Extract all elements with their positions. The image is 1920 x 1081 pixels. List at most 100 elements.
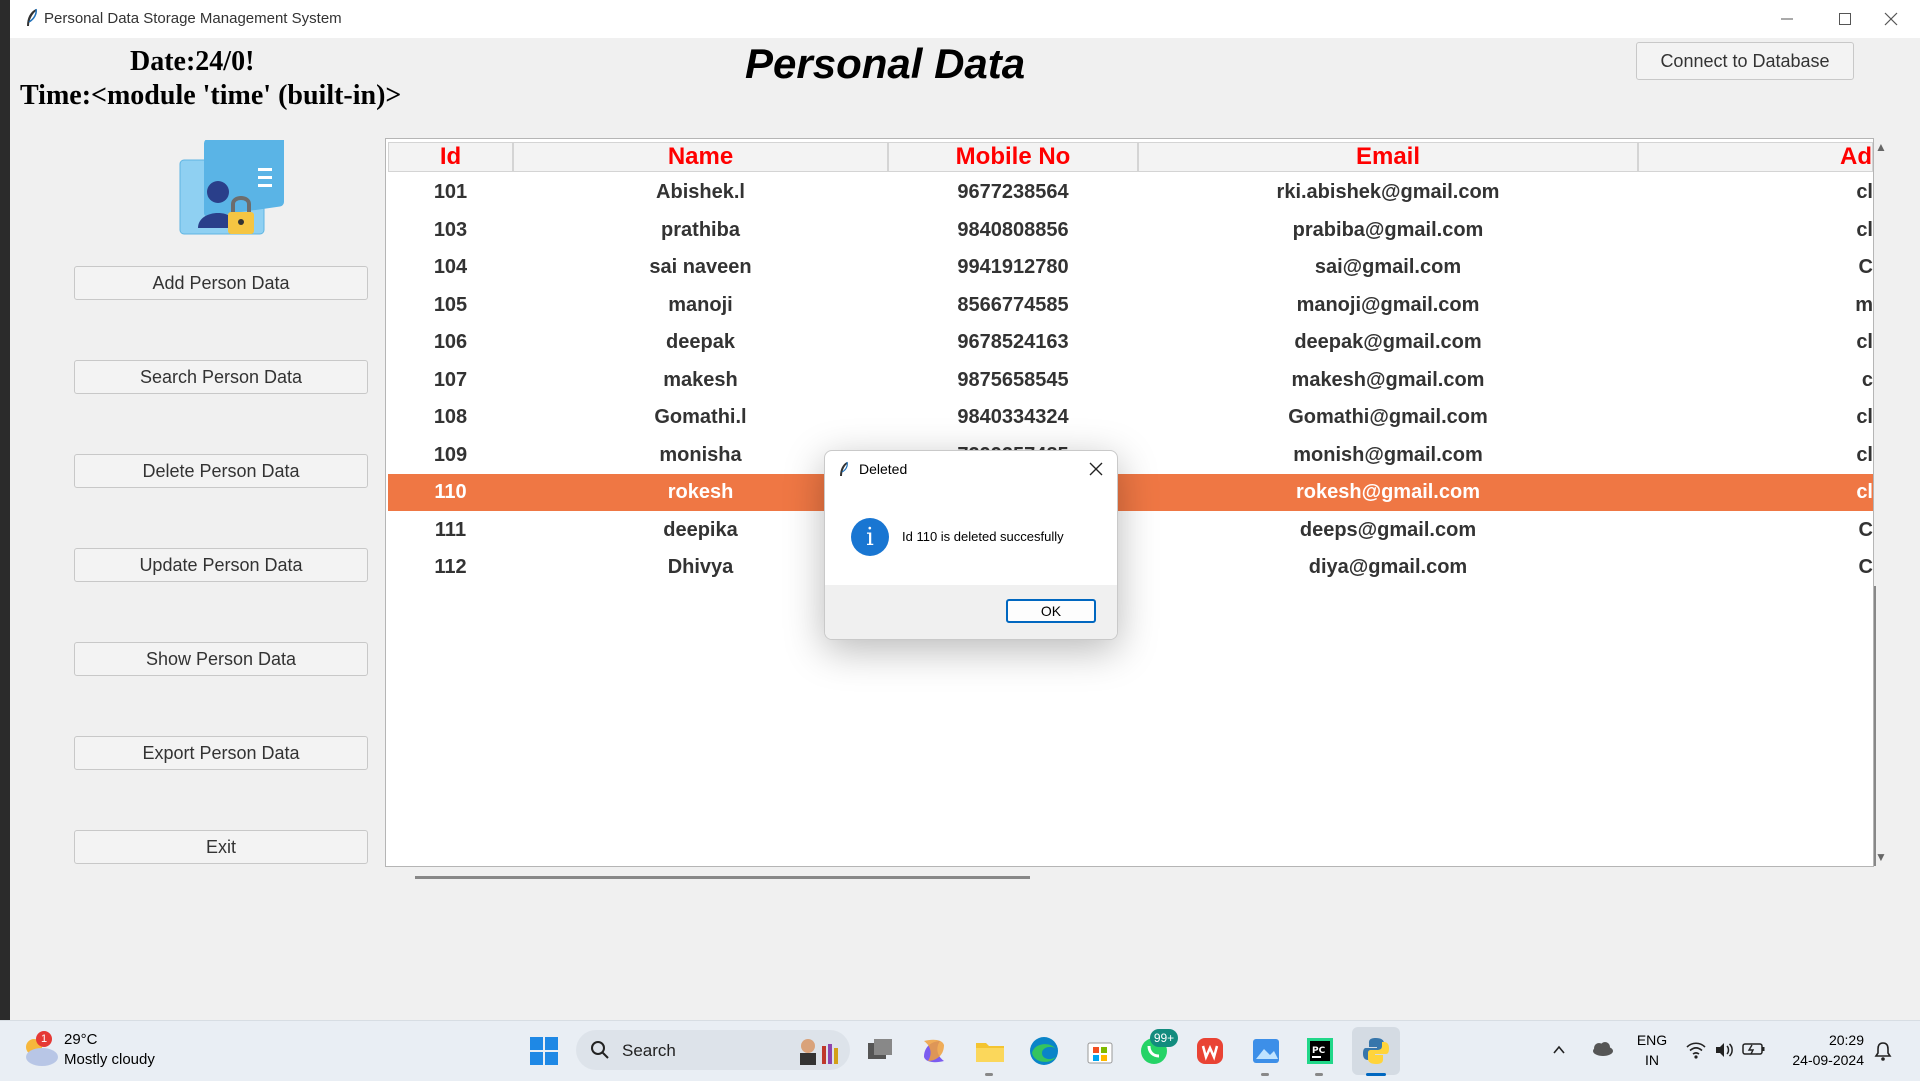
show-person-button[interactable]: Show Person Data: [74, 642, 368, 676]
taskbar-search[interactable]: Search: [576, 1030, 850, 1070]
cell-address: C: [1858, 556, 1873, 578]
python-icon[interactable]: [1360, 1035, 1392, 1067]
clock-date[interactable]: 24-09-2024: [1774, 1052, 1864, 1068]
edge-browser-icon[interactable]: [1028, 1035, 1060, 1067]
vertical-scrollbar[interactable]: [1874, 586, 1876, 866]
cell-email: makesh@gmail.com: [1291, 368, 1485, 391]
ok-button[interactable]: OK: [1006, 599, 1096, 623]
cell-name: sai naveen: [649, 256, 752, 278]
column-header-email[interactable]: Email: [1138, 142, 1638, 172]
svg-text:PC: PC: [1312, 1046, 1326, 1056]
exit-button[interactable]: Exit: [74, 830, 368, 864]
taskbar: 1 29°C Mostly cloudy Search 99+ PC ENG I…: [0, 1020, 1920, 1081]
wps-office-icon[interactable]: [1194, 1035, 1226, 1067]
microsoft-store-icon[interactable]: [1084, 1035, 1116, 1067]
pycharm-icon[interactable]: PC: [1304, 1035, 1336, 1067]
weather-badge: 1: [36, 1031, 52, 1047]
cell-mobile: 9875658545: [957, 368, 1069, 391]
chevron-up-icon[interactable]: [1552, 1043, 1566, 1057]
cell-id: 110: [434, 481, 467, 503]
copilot-icon[interactable]: [918, 1035, 950, 1067]
cell-name: prathiba: [661, 218, 740, 241]
date-label: Date:24/0!: [130, 46, 255, 77]
language-region[interactable]: IN: [1632, 1052, 1672, 1068]
cell-address: cl: [1856, 481, 1873, 503]
whatsapp-badge: 99+: [1150, 1029, 1178, 1047]
weather-temperature[interactable]: 29°C: [64, 1031, 98, 1048]
cell-email: rokesh@gmail.com: [1295, 481, 1480, 503]
table-row[interactable]: 112 Dhivya diya@gmail.com C: [388, 549, 1873, 586]
cell-id: 105: [433, 293, 468, 316]
update-person-button[interactable]: Update Person Data: [74, 548, 368, 582]
table-row[interactable]: 106 deepak 9678524163 deepak@gmail.com cl: [388, 324, 1873, 361]
cell-email: monish@gmail.com: [1293, 443, 1483, 466]
battery-icon[interactable]: [1742, 1041, 1766, 1057]
connect-database-button[interactable]: Connect to Database: [1636, 42, 1854, 80]
info-icon: i: [851, 518, 889, 556]
time-label: Time:<module 'time' (built-in)>: [20, 80, 402, 111]
cell-id: 104: [433, 256, 468, 278]
table-row[interactable]: 111 deepika deeps@gmail.com C: [388, 512, 1873, 549]
column-header-name[interactable]: Name: [513, 142, 888, 172]
running-indicator: [1261, 1073, 1269, 1076]
minimize-button[interactable]: [1758, 0, 1816, 38]
windows-start-icon[interactable]: [528, 1035, 560, 1067]
cell-id: 106: [433, 331, 468, 353]
close-icon: [1089, 462, 1103, 476]
cell-mobile: 9941912780: [957, 256, 1069, 278]
table-row-selected[interactable]: 110 rokesh rokesh@gmail.com cl: [388, 474, 1873, 511]
cell-id: 101: [433, 181, 468, 203]
deleted-dialog: Deleted i Id 110 is deleted succesfully …: [824, 450, 1118, 640]
dialog-title: Deleted: [859, 461, 908, 477]
running-indicator: [985, 1073, 993, 1076]
horizontal-scrollbar[interactable]: [415, 876, 1030, 879]
dialog-close-button[interactable]: [1087, 460, 1105, 478]
photos-app-icon[interactable]: [1250, 1035, 1282, 1067]
desktop-edge: [0, 0, 10, 1020]
feather-icon: [840, 461, 848, 476]
language-code[interactable]: ENG: [1632, 1032, 1672, 1048]
cell-email: rki.abishek@gmail.com: [1276, 181, 1500, 203]
column-header-mobile[interactable]: Mobile No: [888, 142, 1138, 172]
export-person-button[interactable]: Export Person Data: [74, 736, 368, 770]
table-row[interactable]: 108 Gomathi.l 9840334324 Gomathi@gmail.com c…: [388, 399, 1873, 436]
table-row[interactable]: 101 Abishek.l 9677238564 rki.abishek@gmail.…: [388, 174, 1873, 211]
scroll-up-icon[interactable]: ▲: [1875, 140, 1889, 154]
cell-email: sai@gmail.com: [1314, 256, 1462, 278]
search-icon: [591, 1041, 609, 1059]
window-title: Personal Data Storage Management System: [44, 10, 342, 27]
table-row[interactable]: 103 prathiba 9840808856 prabiba@gmail.com cl: [388, 212, 1873, 249]
table-row[interactable]: 107 makesh 9875658545 makesh@gmail.com c: [388, 362, 1873, 399]
close-button[interactable]: [1862, 0, 1920, 38]
notification-bell-icon[interactable]: [1874, 1041, 1892, 1061]
cell-email: deepak@gmail.com: [1294, 331, 1482, 353]
task-view-icon[interactable]: [864, 1035, 896, 1067]
file-explorer-icon[interactable]: [974, 1035, 1006, 1067]
table-row[interactable]: 105 manoji 8566774585 manoji@gmail.com m: [388, 287, 1873, 324]
cell-name: makesh: [663, 368, 738, 391]
onedrive-cloud-icon[interactable]: [1590, 1041, 1614, 1057]
person-table[interactable]: Id Name Mobile No Email Ad 101 Abishek.l 9…: [385, 138, 1874, 867]
search-person-button[interactable]: Search Person Data: [74, 360, 368, 394]
table-row[interactable]: 104 sai naveen 9941912780 sai@gmail.com C: [388, 249, 1873, 286]
search-label: Search: [622, 1041, 676, 1060]
wifi-icon[interactable]: [1686, 1041, 1706, 1059]
scroll-down-icon[interactable]: ▼: [1875, 850, 1889, 864]
table-row[interactable]: 109monisha7299257485monish@gmail.comcl: [388, 437, 1873, 474]
cell-email: Gomathi@gmail.com: [1288, 406, 1488, 428]
title-bar: Personal Data Storage Management System: [10, 0, 1920, 38]
column-header-id[interactable]: Id: [388, 142, 513, 172]
volume-icon[interactable]: [1714, 1041, 1734, 1059]
add-person-button[interactable]: Add Person Data: [74, 266, 368, 300]
weather-description[interactable]: Mostly cloudy: [64, 1051, 155, 1068]
clock-time[interactable]: 20:29: [1784, 1032, 1864, 1048]
dialog-title-bar: Deleted: [825, 451, 1117, 487]
cell-address: cl: [1856, 443, 1873, 466]
user-lock-logo-icon: [179, 140, 284, 235]
cell-name: Gomathi.l: [654, 406, 747, 428]
search-highlight-icon: [800, 1039, 838, 1065]
column-header-address[interactable]: Ad: [1638, 142, 1873, 172]
minimize-icon: [1781, 18, 1793, 20]
delete-person-button[interactable]: Delete Person Data: [74, 454, 368, 488]
cell-address: cl: [1856, 406, 1873, 428]
